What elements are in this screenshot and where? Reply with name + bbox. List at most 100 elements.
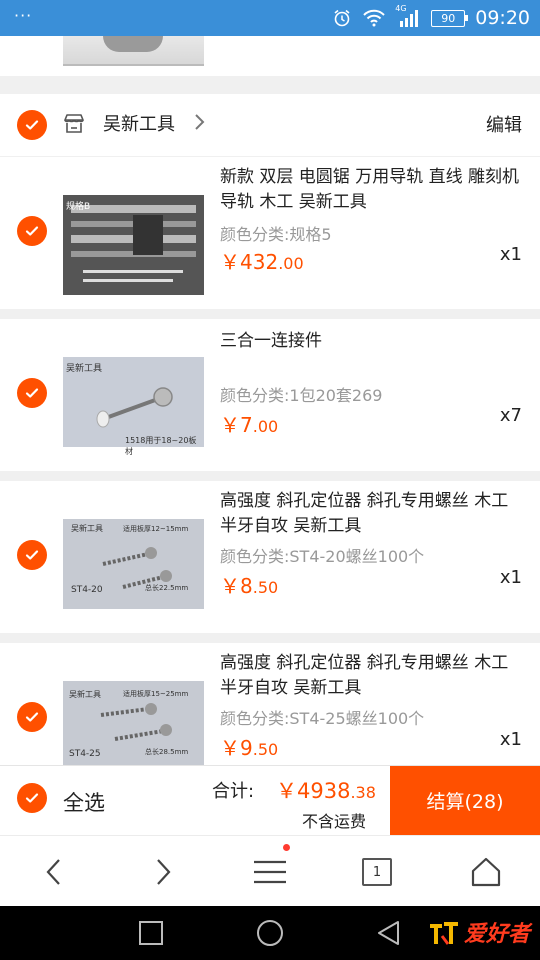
- home-button[interactable]: [468, 854, 504, 890]
- checkmark-icon: [25, 226, 39, 236]
- image-label: 规格B: [66, 202, 91, 212]
- previous-item-image: [63, 36, 204, 66]
- watermark-logo: 爱好者: [428, 916, 530, 948]
- product-image[interactable]: 吴新工具 适用板厚15~25mm ST4-25 总长28.5mm: [63, 653, 204, 765]
- alarm-icon: [331, 8, 353, 28]
- tabs-button[interactable]: 1: [359, 854, 395, 890]
- checkmark-icon: [25, 550, 39, 560]
- network-type-label: 4G: [395, 4, 407, 13]
- notification-dots-icon: ···: [14, 6, 33, 25]
- price-symbol: ￥: [220, 736, 240, 760]
- status-bar: ··· 4G 90 09:20: [0, 0, 540, 36]
- product-variant[interactable]: 颜色分类:规格5: [220, 221, 332, 245]
- price-integer: 9: [240, 736, 253, 760]
- image-length: 总长28.5mm: [145, 748, 189, 756]
- product-quantity: x7: [499, 405, 522, 426]
- item-select-checkbox[interactable]: [17, 540, 47, 570]
- item-select-checkbox[interactable]: [17, 702, 47, 732]
- checkout-button[interactable]: 结算(28): [390, 766, 540, 835]
- cart-item: 吴新工具 适用板厚15~25mm ST4-25 总长28.5mm 高强度 斜孔定…: [0, 643, 540, 765]
- image-note: 适用板厚12~15mm: [123, 525, 189, 533]
- product-title[interactable]: 新款 双层 电圆锯 万用导轨 直线 雕刻机 导轨 木工 吴新工具: [220, 165, 525, 215]
- product-price: ￥9.50: [220, 732, 278, 761]
- home-icon: [471, 857, 501, 887]
- product-title[interactable]: 高强度 斜孔定位器 斜孔专用螺丝 木工半牙自攻 吴新工具: [220, 651, 525, 701]
- price-decimal: .00: [252, 417, 279, 436]
- notification-dot: [283, 844, 290, 851]
- total-label: 合计:: [212, 781, 255, 802]
- menu-button[interactable]: [252, 844, 290, 890]
- product-variant[interactable]: 颜色分类:1包20套269: [220, 382, 382, 406]
- image-label: 吴新工具: [69, 690, 101, 699]
- cart-summary-bar: 全选 合计: ￥4938.38 不含运费 结算(28): [0, 765, 540, 835]
- checkmark-icon: [25, 793, 39, 803]
- checkmark-icon: [25, 712, 39, 722]
- total-integer: 4938: [297, 779, 351, 803]
- back-button[interactable]: [36, 854, 72, 890]
- clock: 09:20: [475, 7, 530, 29]
- image-label: 吴新工具: [66, 364, 103, 374]
- image-code: ST4-25: [69, 749, 101, 759]
- shop-name-link[interactable]: 吴新工具: [103, 110, 175, 136]
- battery-icon: 90: [431, 9, 469, 27]
- cart-item: 吴新工具 1518用于18~20板材 三合一连接件 颜色分类:1包20套269 …: [0, 319, 540, 471]
- price-decimal: .50: [252, 740, 279, 759]
- cellular-signal-icon: 4G: [395, 4, 421, 28]
- edit-button[interactable]: 编辑: [486, 111, 522, 137]
- product-price: ￥432.00: [220, 246, 304, 275]
- price-integer: 8: [240, 574, 253, 598]
- total-amount: ￥4938.38: [276, 775, 376, 805]
- home-circle-icon[interactable]: [255, 918, 285, 948]
- recents-icon[interactable]: [136, 918, 166, 948]
- chevron-right-icon: [157, 859, 171, 885]
- product-quantity: x1: [499, 729, 522, 750]
- item-select-checkbox[interactable]: [17, 216, 47, 246]
- wifi-icon: [363, 8, 385, 28]
- image-caption: 1518用于18~20板材: [125, 436, 197, 456]
- product-quantity: x1: [499, 567, 522, 588]
- product-photo-fragment: [103, 36, 163, 52]
- price-symbol: ￥: [220, 413, 240, 437]
- product-title[interactable]: 高强度 斜孔定位器 斜孔专用螺丝 木工半牙自攻 吴新工具: [220, 489, 525, 539]
- product-price: ￥7.00: [220, 409, 278, 438]
- product-price: ￥8.50: [220, 570, 278, 599]
- image-length: 总长22.5mm: [145, 584, 189, 592]
- price-integer: 432: [240, 250, 279, 274]
- browser-toolbar: 1: [0, 835, 540, 906]
- back-triangle-icon[interactable]: [374, 918, 404, 948]
- image-code: ST4-20: [71, 585, 103, 595]
- forward-button[interactable]: [145, 854, 181, 890]
- checkmark-icon: [25, 388, 39, 398]
- product-variant[interactable]: 颜色分类:ST4-20螺丝100个: [220, 543, 424, 567]
- product-variant[interactable]: 颜色分类:ST4-25螺丝100个: [220, 705, 424, 729]
- item-select-checkbox[interactable]: [17, 378, 47, 408]
- total-symbol: ￥: [276, 779, 297, 803]
- cart-item: 规格B 新款 双层 电圆锯 万用导轨 直线 雕刻机 导轨 木工 吴新工具 颜色分…: [0, 157, 540, 309]
- price-integer: 7: [240, 413, 253, 437]
- checkmark-icon: [25, 120, 39, 130]
- previous-item-partial: [0, 36, 540, 76]
- chevron-right-icon[interactable]: [192, 112, 206, 132]
- chevron-left-icon: [46, 859, 60, 885]
- product-image[interactable]: 规格B: [63, 167, 204, 307]
- product-title[interactable]: 三合一连接件: [220, 329, 525, 354]
- cart-item: 吴新工具 适用板厚12~15mm ST4-20 总长22.5mm 高强度 斜孔定…: [0, 481, 540, 633]
- price-symbol: ￥: [220, 250, 240, 274]
- system-nav-bar: 爱好者: [0, 906, 540, 960]
- price-decimal: .00: [278, 254, 304, 273]
- price-decimal: .50: [252, 578, 279, 597]
- image-label: 吴新工具: [71, 524, 103, 533]
- product-quantity: x1: [499, 244, 522, 265]
- shipping-note: 不含运费: [302, 812, 367, 831]
- battery-level: 90: [441, 11, 456, 25]
- shop-select-checkbox[interactable]: [17, 110, 47, 140]
- logo-icon: [429, 922, 458, 945]
- store-icon: [64, 114, 84, 133]
- watermark-text: 爱好者: [463, 922, 530, 947]
- select-all-checkbox[interactable]: [17, 783, 47, 813]
- total-decimal: .38: [350, 783, 376, 802]
- select-all-label[interactable]: 全选: [63, 787, 105, 817]
- product-image[interactable]: 吴新工具 1518用于18~20板材: [63, 329, 204, 469]
- price-symbol: ￥: [220, 574, 240, 598]
- product-image[interactable]: 吴新工具 适用板厚12~15mm ST4-20 总长22.5mm: [63, 491, 204, 631]
